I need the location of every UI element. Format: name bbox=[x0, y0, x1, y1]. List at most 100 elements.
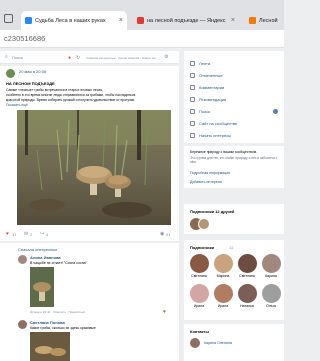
friend-avatar[interactable] bbox=[261, 254, 281, 273]
contact-avatar[interactable] bbox=[190, 338, 200, 348]
address-bar[interactable]: c230516686 bbox=[0, 30, 284, 48]
comment-text: В чащобе не сгнает! "Сосна сосна" bbox=[30, 261, 87, 265]
sidebar-item-label: Рекомендации bbox=[199, 97, 227, 102]
friends-card: Подписчики 12 Светлана Марина Светлана Кари… bbox=[184, 240, 284, 320]
comments-sort[interactable]: Сначала интересные bbox=[18, 247, 57, 252]
star-icon bbox=[190, 97, 195, 102]
share-icon[interactable]: ↪ bbox=[40, 231, 44, 237]
comment-author[interactable]: Алина Иванова bbox=[30, 255, 61, 260]
friend-avatar[interactable] bbox=[237, 284, 257, 303]
show-more-link[interactable]: Показать ещё bbox=[6, 103, 28, 107]
friend-item[interactable]: Карина bbox=[260, 254, 282, 278]
unread-dot bbox=[273, 109, 278, 114]
contacts-card: Контакты Карина Оленина bbox=[184, 324, 284, 361]
sidebar-item-feed[interactable]: Лента bbox=[184, 59, 284, 68]
friend-avatar[interactable] bbox=[189, 254, 209, 273]
repost-count[interactable]: 4 bbox=[46, 232, 48, 237]
friend-name[interactable]: Марина bbox=[212, 274, 234, 278]
friend-item[interactable]: Ирина bbox=[212, 284, 234, 308]
bookmark-icon bbox=[190, 73, 195, 78]
friend-avatar[interactable] bbox=[189, 284, 209, 303]
sidebar-item-recommendations[interactable]: Рекомендации bbox=[184, 95, 284, 104]
search-icon[interactable]: ⌕ bbox=[5, 54, 8, 60]
friend-item[interactable]: Светлана bbox=[236, 254, 258, 278]
sidebar-item-label: Лента bbox=[199, 61, 211, 66]
sidebar-item-comments[interactable]: Комментарии bbox=[184, 83, 284, 92]
notification-icon[interactable]: ● bbox=[68, 55, 71, 61]
comment-photo[interactable] bbox=[30, 267, 54, 307]
commenter-avatar[interactable] bbox=[18, 320, 27, 329]
like-icon[interactable]: ♥ bbox=[6, 231, 9, 237]
comment-icon bbox=[190, 85, 195, 90]
sidebar-item-label: Поиск bbox=[199, 109, 211, 114]
tab-sudba-lesa[interactable]: Судьба Леса в наших руках × bbox=[21, 11, 127, 30]
friends-title[interactable]: Подписчики bbox=[190, 245, 214, 250]
feed-icon bbox=[190, 61, 195, 66]
friend-avatar[interactable] bbox=[213, 284, 233, 303]
interests-icon bbox=[190, 133, 195, 138]
group-avatar[interactable] bbox=[6, 69, 15, 78]
info-link[interactable]: Подробная информация bbox=[190, 171, 230, 175]
friend-avatar[interactable] bbox=[237, 254, 257, 273]
friend-name[interactable]: Ирина bbox=[188, 304, 210, 308]
post-text: особенно в это время многие люди отправл… bbox=[6, 93, 136, 97]
friend-item[interactable]: Ирина bbox=[188, 284, 210, 308]
friend-item[interactable]: Светлана bbox=[188, 254, 210, 278]
tab-grid-icon[interactable] bbox=[4, 14, 13, 23]
friend-name[interactable]: Ирина bbox=[212, 304, 234, 308]
sidebar-item-search[interactable]: Поиск bbox=[184, 107, 284, 116]
sidebar-item-marked[interactable]: Отмеченные bbox=[184, 71, 284, 80]
browser-tab-bar: Судьба Леса в наших руках × на лесной по… bbox=[0, 0, 284, 30]
friend-item[interactable]: Марина bbox=[212, 254, 234, 278]
friends-count: 12 bbox=[229, 245, 234, 250]
close-icon[interactable]: × bbox=[231, 17, 235, 24]
commenter-avatar[interactable] bbox=[18, 255, 27, 264]
friend-avatar[interactable] bbox=[198, 218, 210, 230]
yandex-icon bbox=[137, 17, 144, 24]
friend-avatar[interactable] bbox=[213, 254, 233, 273]
friend-name[interactable]: Наталья bbox=[236, 304, 258, 308]
subscriptions-title[interactable]: Подписчики 12 друзей bbox=[190, 209, 234, 214]
post-date[interactable]: 20 мая в 20:08 bbox=[19, 69, 46, 74]
comment-photo[interactable] bbox=[30, 332, 70, 361]
sidebar-item-label: Комментарии bbox=[199, 85, 225, 90]
community-info-card: Бережное природу с вашим сообществом. Эт… bbox=[184, 146, 284, 188]
friend-item[interactable]: Наталья bbox=[236, 284, 258, 308]
comment-count[interactable]: 2 bbox=[30, 232, 32, 237]
post-title: НА ЛЕСНОМ ПОДЪЕЗДЕ bbox=[6, 81, 55, 86]
tab-label: на лесной подъезде — Яндекс bbox=[147, 17, 226, 24]
refresh-icon[interactable]: ↻ bbox=[76, 55, 80, 61]
tab-label: Лесной bbox=[259, 17, 278, 24]
friend-item[interactable]: Ольга bbox=[260, 284, 282, 308]
friend-name[interactable]: Светлана bbox=[188, 274, 210, 278]
close-icon[interactable]: × bbox=[119, 17, 123, 24]
contact-name[interactable]: Карина Оленина bbox=[204, 341, 232, 345]
sidebar-item-community[interactable]: Сайт на сообществе bbox=[184, 119, 284, 128]
tab-lesnoy[interactable]: Лесной bbox=[245, 11, 284, 30]
comment-like-icon[interactable]: ♥ bbox=[163, 309, 166, 315]
feed-filter[interactable]: Сначала интересные · Кроме записей · Нов… bbox=[86, 56, 156, 60]
post-photo-mushrooms[interactable] bbox=[17, 110, 171, 225]
settings-icon[interactable]: ⚙ bbox=[164, 54, 168, 60]
friend-avatar[interactable] bbox=[261, 284, 281, 303]
comment-meta: 20 мая в 20:40 · Ответить · Поделиться bbox=[30, 310, 86, 314]
search-input[interactable]: Поиск bbox=[12, 55, 23, 60]
comments-section: Сначала интересные Алина Иванова В чащоб… bbox=[0, 243, 179, 361]
like-count[interactable]: 17 bbox=[12, 232, 16, 237]
friend-name[interactable]: Светлана bbox=[236, 274, 258, 278]
contacts-title[interactable]: Контакты bbox=[190, 329, 209, 334]
add-interests-link[interactable]: Добавить интересы bbox=[190, 180, 222, 184]
sidebar-menu: Лента Отмеченные Комментарии Рекомендаци… bbox=[184, 51, 284, 143]
sidebar-item-interests[interactable]: Начать интересы bbox=[184, 131, 284, 140]
friend-name[interactable]: Ольга bbox=[260, 304, 282, 308]
friend-name[interactable]: Карина bbox=[260, 274, 282, 278]
subscriptions-card: Подписчики 12 друзей bbox=[184, 204, 284, 234]
tab-yandex[interactable]: на лесной подъезде — Яндекс × bbox=[133, 11, 239, 30]
url-text: c230516686 bbox=[4, 34, 46, 43]
post-text: Самые «лесные» грибы встречаются в стары… bbox=[6, 88, 103, 92]
comment-icon[interactable]: ✉ bbox=[24, 231, 28, 237]
comment-text: Какие грибы, сколько их здесь красивые bbox=[30, 326, 96, 330]
search-icon bbox=[190, 109, 195, 114]
comment-author[interactable]: Светлана Попова bbox=[30, 320, 65, 325]
info-text: Это группа для тех, кто любит природу и … bbox=[190, 156, 278, 165]
